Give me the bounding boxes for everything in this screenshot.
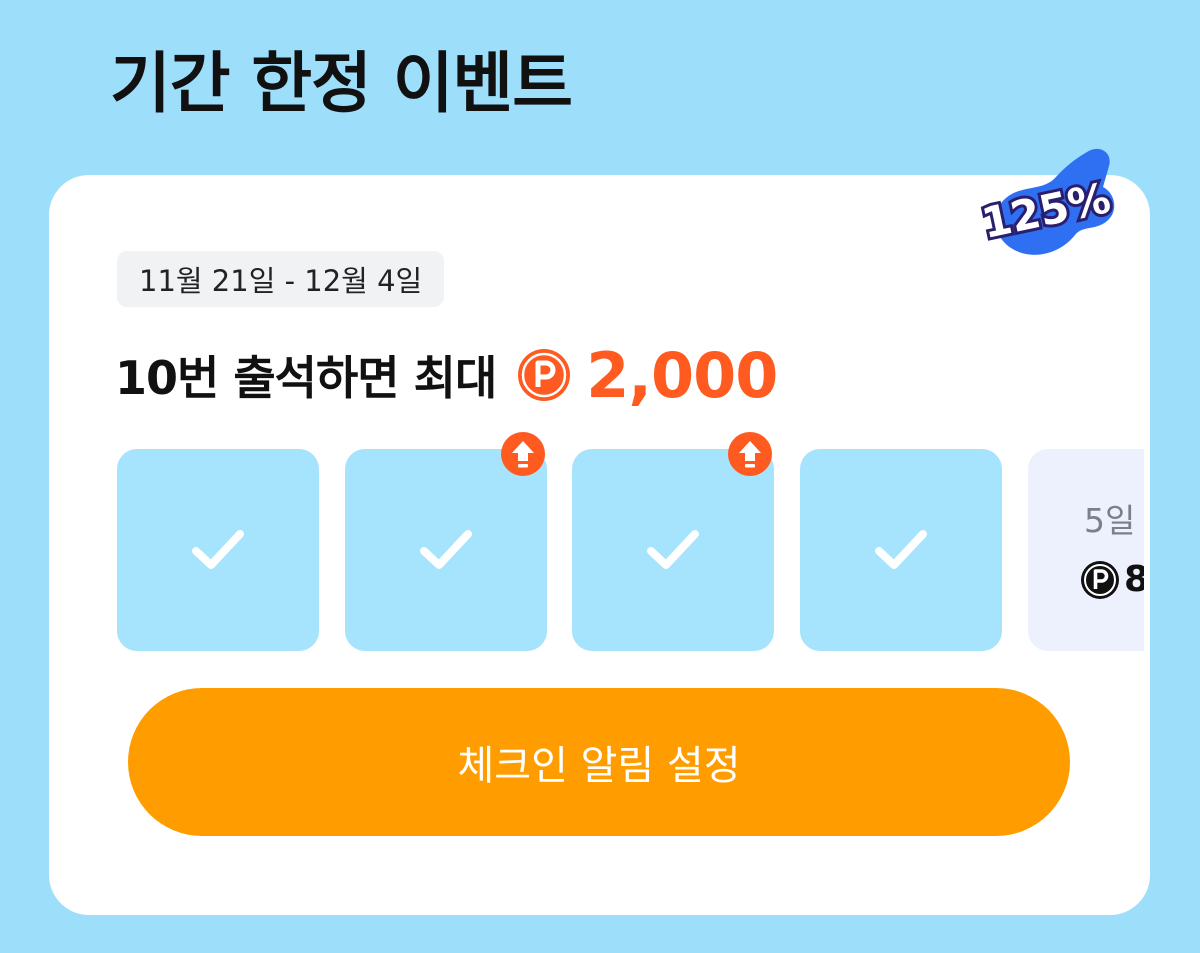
checkmark-icon xyxy=(192,530,244,569)
checkmark-icon xyxy=(420,530,472,569)
day-reward-value: 8 xyxy=(1124,559,1144,600)
attendance-event-card: 11월 21일 - 12월 4일 10번 출석하면 최대 2,000 5일 8 … xyxy=(49,175,1150,915)
arrow-up-icon xyxy=(728,432,772,476)
headline-text: 10번 출석하면 최대 xyxy=(115,351,497,405)
bonus-percent-badge: 125% xyxy=(975,148,1118,255)
day-2-checked xyxy=(345,449,547,651)
day-3-checked xyxy=(572,449,774,651)
day-reward: 8 xyxy=(1080,559,1144,600)
point-coin-icon xyxy=(1080,560,1120,600)
day-label: 5일 xyxy=(1084,501,1136,540)
arrow-up-icon xyxy=(501,432,545,476)
checkmark-icon xyxy=(647,530,699,569)
attendance-days: 5일 8 xyxy=(117,449,1144,651)
checkmark-icon xyxy=(875,530,927,569)
max-reward-amount: 2,000 xyxy=(586,338,778,412)
day-4-checked xyxy=(800,449,1002,651)
day-5-upcoming: 5일 8 xyxy=(1028,449,1144,651)
checkin-notification-button[interactable]: 체크인 알림 설정 xyxy=(128,688,1070,836)
day-1-checked xyxy=(117,449,319,651)
page-title: 기간 한정 이벤트 xyxy=(110,45,573,122)
date-range-chip: 11월 21일 - 12월 4일 xyxy=(117,251,445,307)
event-headline: 10번 출석하면 최대 2,000 xyxy=(115,335,778,415)
point-coin-icon xyxy=(516,347,572,403)
